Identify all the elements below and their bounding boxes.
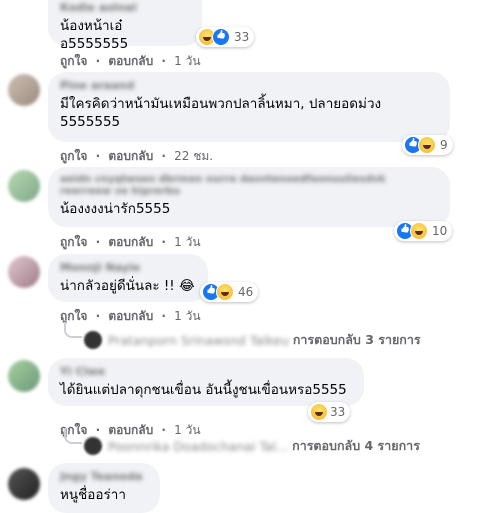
view-replies[interactable]: Pratanporn Srinawsnd Talkeu การตอบกลับ 3… [84, 330, 421, 350]
reply-link[interactable]: ตอบกลับ [108, 149, 153, 163]
separator: · [95, 149, 101, 163]
reaction-count: 9 [440, 138, 448, 152]
reaction-count: 33 [330, 405, 346, 419]
separator: · [161, 149, 166, 163]
avatar[interactable] [8, 256, 40, 288]
like-link[interactable]: ถูกใจ [60, 149, 87, 163]
reply-link[interactable]: ตอบกลับ [108, 54, 153, 68]
view-replies[interactable]: Poonnrika Doadochanai Tal... การตอบกลับ … [84, 436, 420, 456]
reply-count[interactable]: การตอบกลับ 3 รายการ [293, 330, 421, 350]
comment-bubble: aeidn cnyqtwsen dbrmen ourre dasntenoedf… [48, 167, 450, 227]
reply-thread-connector [64, 322, 82, 338]
comment-actions: ถูกใจ · ตอบกลับ · 1 วัน [60, 52, 205, 71]
avatar[interactable] [8, 360, 40, 392]
like-link[interactable]: ถูกใจ [60, 309, 87, 323]
timestamp[interactable]: 1 วัน [174, 54, 200, 68]
comment-bubble: Monnji Nayie น่ากลัวอยู่ดีนั่นละ !! 😂 [48, 254, 208, 302]
reply-avatar [84, 437, 102, 455]
reaction-count: 33 [234, 30, 250, 44]
like-link[interactable]: ถูกใจ [60, 54, 87, 68]
comment-author[interactable]: Pine araand [60, 79, 438, 93]
avatar[interactable] [8, 468, 40, 500]
reply-avatar [84, 331, 102, 349]
avatar[interactable] [8, 170, 40, 202]
comment-bubble: Jngy Teanoda หนูชื่ออร่าา [48, 463, 160, 513]
separator: · [161, 235, 166, 249]
avatar[interactable] [8, 74, 40, 106]
reaction-count: 10 [432, 224, 448, 238]
comment-text: มีใครคิดว่าหน้ามันเหมือนพวกปลาลิ้นหมา, ป… [60, 96, 382, 130]
comment-text: น้องหน้าเอ๋อ5555555 [60, 18, 129, 52]
haha-reaction-icon [216, 283, 234, 301]
reply-preview: Poonnrika Doadochanai Tal... [108, 438, 289, 454]
comment-text: ได้ยินแต่ปลาดุกชนเขื่อน อันนี้งูชนเขื่อน… [60, 382, 347, 398]
separator: · [95, 309, 101, 323]
separator: · [95, 54, 101, 68]
separator: · [95, 235, 101, 249]
timestamp[interactable]: 1 วัน [174, 423, 200, 437]
reply-preview: Pratanporn Srinawsnd Talkeu [108, 332, 289, 348]
reply-count[interactable]: การตอบกลับ 4 รายการ [292, 436, 420, 456]
comment-author[interactable]: Jngy Teanoda [60, 470, 148, 484]
reply-link[interactable]: ตอบกลับ [108, 423, 153, 437]
reaction-count: 46 [238, 285, 254, 299]
reaction-summary[interactable]: 33 [308, 402, 351, 422]
reaction-summary[interactable]: 9 [402, 135, 453, 155]
comment-bubble: Pine araand มีใครคิดว่าหน้ามันเหมือนพวกป… [48, 72, 450, 142]
haha-reaction-icon [410, 222, 428, 240]
haha-reaction-icon [418, 136, 436, 154]
reaction-summary[interactable]: 46 [200, 282, 259, 302]
like-link[interactable]: ถูกใจ [60, 235, 87, 249]
haha-reaction-icon [310, 403, 328, 421]
timestamp[interactable]: 22 ชม. [174, 149, 213, 163]
comment-text: หนูชื่ออร่าา [60, 487, 126, 503]
separator: · [161, 309, 166, 323]
comment-actions: ถูกใจ · ตอบกลับ · 22 ชม. [60, 147, 217, 166]
reply-link[interactable]: ตอบกลับ [108, 309, 153, 323]
comment-bubble: Kodie aolnal น้องหน้าเอ๋อ5555555 [48, 0, 202, 52]
comment-author[interactable]: Monnji Nayie [60, 261, 196, 275]
timestamp[interactable]: 1 วัน [174, 235, 200, 249]
comment-author[interactable]: aeidn cnyqtwsen dbrmen ourre dasntenoedf… [60, 174, 438, 198]
comment-author[interactable]: Kodie aolnal [60, 1, 190, 15]
comment-bubble: Yi Clwe ได้ยินแต่ปลาดุกชนเขื่อน อันนี้งู… [48, 358, 364, 406]
comment-author[interactable]: Yi Clwe [60, 365, 352, 379]
reply-thread-connector [64, 428, 82, 444]
reaction-summary[interactable]: 33 [196, 27, 255, 47]
reply-link[interactable]: ตอบกลับ [108, 235, 153, 249]
comment-actions: ถูกใจ · ตอบกลับ · 1 วัน [60, 233, 205, 252]
comment-text: น้องงงงน่ารัก5555 [60, 201, 171, 217]
separator: · [161, 54, 166, 68]
like-reaction-icon [212, 28, 230, 46]
reaction-summary[interactable]: 10 [394, 221, 453, 241]
separator: · [161, 423, 166, 437]
separator: · [95, 423, 101, 437]
comment-text: น่ากลัวอยู่ดีนั่นละ !! 😂 [60, 278, 195, 294]
timestamp[interactable]: 1 วัน [174, 309, 200, 323]
